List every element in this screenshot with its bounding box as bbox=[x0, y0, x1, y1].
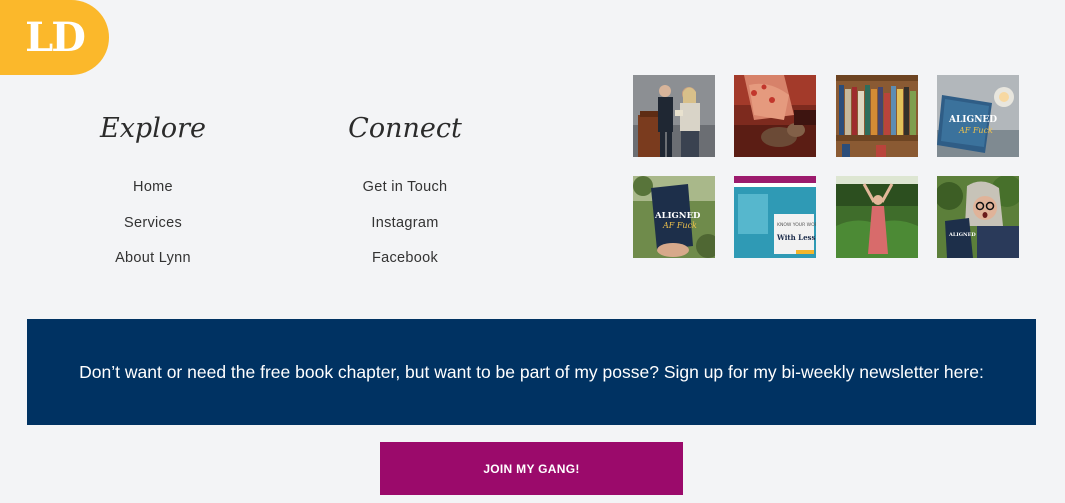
link-instagram[interactable]: Instagram bbox=[371, 215, 438, 231]
connect-section: Connect Get in Touch Instagram Facebook bbox=[305, 108, 505, 284]
gallery-photo-woman-in-field[interactable] bbox=[836, 176, 918, 258]
gallery-photo-bookshelf[interactable] bbox=[836, 75, 918, 157]
explore-section: Explore Home Services About Lynn bbox=[53, 108, 253, 284]
join-my-gang-button[interactable]: JOIN MY GANG! bbox=[380, 442, 683, 495]
svg-text:With Less?: With Less? bbox=[776, 233, 816, 242]
gallery-photo-book-page[interactable]: KNOW YOUR WORTH With Less? bbox=[734, 176, 816, 258]
ld-logo[interactable]: LD bbox=[0, 0, 109, 75]
logo-text: LD bbox=[25, 14, 86, 61]
explore-links: Home Services About Lynn bbox=[53, 177, 253, 284]
gallery-photo-book-in-hand[interactable]: ALIGNED AF Fuck bbox=[633, 176, 715, 258]
link-get-in-touch[interactable]: Get in Touch bbox=[363, 179, 448, 195]
gallery-photo-award-stage[interactable] bbox=[633, 75, 715, 157]
newsletter-text: Don’t want or need the free book chapter… bbox=[79, 362, 984, 382]
svg-text:ALIGNED: ALIGNED bbox=[654, 211, 701, 221]
nav-link-home[interactable]: Home bbox=[133, 179, 173, 195]
svg-text:KNOW YOUR WORTH: KNOW YOUR WORTH bbox=[777, 222, 816, 228]
gallery-photo-woman-with-dog[interactable] bbox=[734, 75, 816, 157]
explore-heading: Explore bbox=[100, 113, 206, 144]
connect-heading: Connect bbox=[348, 113, 462, 144]
svg-text:AF Fuck: AF Fuck bbox=[958, 126, 993, 135]
nav-link-services[interactable]: Services bbox=[124, 215, 182, 231]
gallery-photo-book-on-table[interactable]: ALIGNED AF Fuck bbox=[937, 75, 1019, 157]
svg-text:AF Fuck: AF Fuck bbox=[662, 221, 697, 230]
nav-link-about-lynn[interactable]: About Lynn bbox=[115, 250, 191, 266]
connect-links: Get in Touch Instagram Facebook bbox=[305, 177, 505, 284]
link-facebook[interactable]: Facebook bbox=[372, 250, 438, 266]
svg-text:ALIGNED: ALIGNED bbox=[948, 232, 976, 238]
newsletter-banner: Don’t want or need the free book chapter… bbox=[27, 319, 1036, 425]
gallery-photo-woman-surprised[interactable]: ALIGNED bbox=[937, 176, 1019, 258]
svg-text:ALIGNED: ALIGNED bbox=[948, 115, 997, 125]
